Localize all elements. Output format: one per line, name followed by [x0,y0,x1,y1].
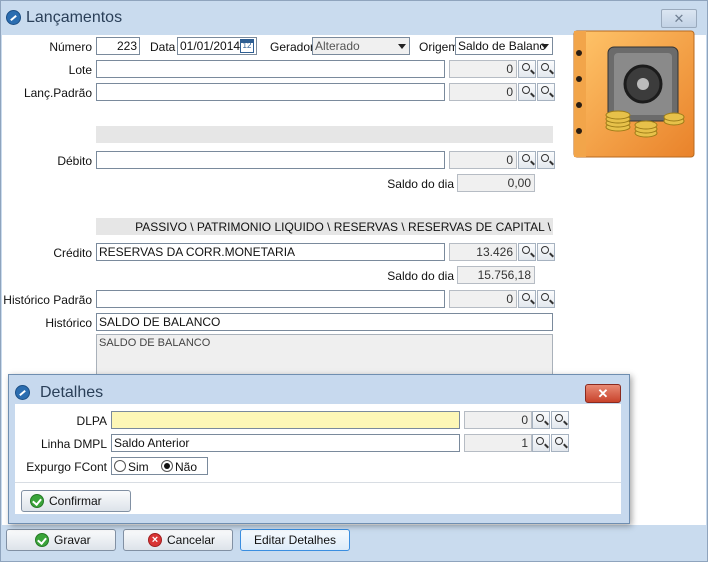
lote-label: Lote [68,63,92,77]
debito-saldo-value: 0,00 [457,174,535,192]
debito-path-bar [96,126,553,143]
confirmar-button[interactable]: Confirmar [21,490,131,512]
safe-illustration [573,30,695,158]
lanc-padrao-label: Lanç.Padrão [23,86,92,100]
gerador-label: Gerador [270,40,315,54]
historico-padrao-search-icon[interactable] [518,290,536,308]
dlpa-search-icon-2[interactable] [551,411,569,429]
calendar-icon[interactable]: 12 [240,39,254,53]
historico-padrao-label: Histórico Padrão [3,293,92,307]
debito-input[interactable] [96,151,445,169]
detalhes-dialog: Detalhes ✕ DLPA 0 Linha DMPL Saldo Anter… [8,374,630,524]
lanc-padrao-code: 0 [449,83,517,101]
cancel-icon: × [148,533,162,547]
debito-label: Débito [57,154,92,168]
editar-detalhes-button[interactable]: Editar Detalhes [240,529,350,551]
debito-saldo-label: Saldo do dia [387,177,454,191]
expurgo-radio-group: Sim Não [111,457,208,475]
origem-select[interactable]: Saldo de Balanc [455,37,553,55]
lanc-padrao-search-icon[interactable] [518,83,536,101]
debito-search-icon[interactable] [518,151,536,169]
cancelar-button[interactable]: × Cancelar [123,529,233,551]
historico-label: Histórico [45,316,92,330]
data-value: 01/01/2014 [180,39,241,53]
gravar-label: Gravar [54,533,91,547]
credito-search-icon[interactable] [518,243,536,261]
dialog-title: Detalhes [40,384,104,401]
radio-nao-label: Não [175,460,198,474]
dlpa-input[interactable] [111,411,460,429]
debito-search-icon-2[interactable] [537,151,555,169]
radio-sim[interactable] [114,460,126,472]
historico-padrao-code: 0 [449,290,517,308]
lanc-padrao-search-icon-2[interactable] [537,83,555,101]
lote-search-icon-2[interactable] [537,60,555,78]
lanc-padrao-input[interactable] [96,83,445,101]
cancelar-label: Cancelar [167,533,216,547]
credito-path-bar: PASSIVO \ PATRIMONIO LIQUIDO \ RESERVAS … [96,218,553,235]
data-label: Data [150,40,176,54]
linha-dmpl-search-icon-2[interactable] [551,434,569,452]
gravar-button[interactable]: Gravar [6,529,116,551]
dialog-close-button[interactable]: ✕ [585,384,621,403]
confirmar-label: Confirmar [49,494,102,508]
credito-input[interactable]: RESERVAS DA CORR.MONETARIA [96,243,445,261]
check-icon [35,533,49,547]
dlpa-code: 0 [464,411,532,429]
historico-padrao-search-icon-2[interactable] [537,290,555,308]
credito-label: Crédito [53,246,92,260]
lote-input[interactable] [96,60,445,78]
numero-input[interactable]: 223 [96,37,140,55]
historico-padrao-input[interactable] [96,290,445,308]
credito-account-path: PASSIVO \ PATRIMONIO LIQUIDO \ RESERVAS … [135,220,551,234]
radio-sim-label: Sim [128,460,149,474]
dlpa-label: DLPA [76,414,107,428]
credito-saldo-value: 15.756,18 [457,266,535,284]
gerador-value: Alterado [315,39,360,53]
origem-value: Saldo de Balanc [458,39,546,53]
dialog-logo-icon [15,385,30,400]
historico-input[interactable]: SALDO DE BALANCO [96,313,553,331]
dlpa-search-icon[interactable] [532,411,550,429]
dialog-separator [15,482,621,483]
window-close-button[interactable]: ✕ [661,9,697,28]
linha-dmpl-search-icon[interactable] [532,434,550,452]
app-logo-icon [6,10,21,25]
credito-code: 13.426 [449,243,517,261]
chevron-down-icon [541,44,549,49]
origem-label: Origem [419,40,459,54]
radio-nao[interactable] [161,460,173,472]
numero-label: Número [49,40,92,54]
lote-search-icon[interactable] [518,60,536,78]
credito-saldo-label: Saldo do dia [387,269,454,283]
linha-dmpl-code: 1 [464,434,532,452]
window-title: Lançamentos [26,9,123,26]
check-icon [30,494,44,508]
dialog-body: DLPA 0 Linha DMPL Saldo Anterior 1 Expur… [15,404,621,514]
chevron-down-icon [398,44,406,49]
linha-dmpl-input[interactable]: Saldo Anterior [111,434,460,452]
linha-dmpl-label: Linha DMPL [40,437,107,451]
gerador-select[interactable]: Alterado [312,37,410,55]
expurgo-label: Expurgo FCont [26,460,107,474]
historico-memo[interactable]: SALDO DE BALANCO [96,334,553,378]
lote-code: 0 [449,60,517,78]
credito-search-icon-2[interactable] [537,243,555,261]
debito-code: 0 [449,151,517,169]
